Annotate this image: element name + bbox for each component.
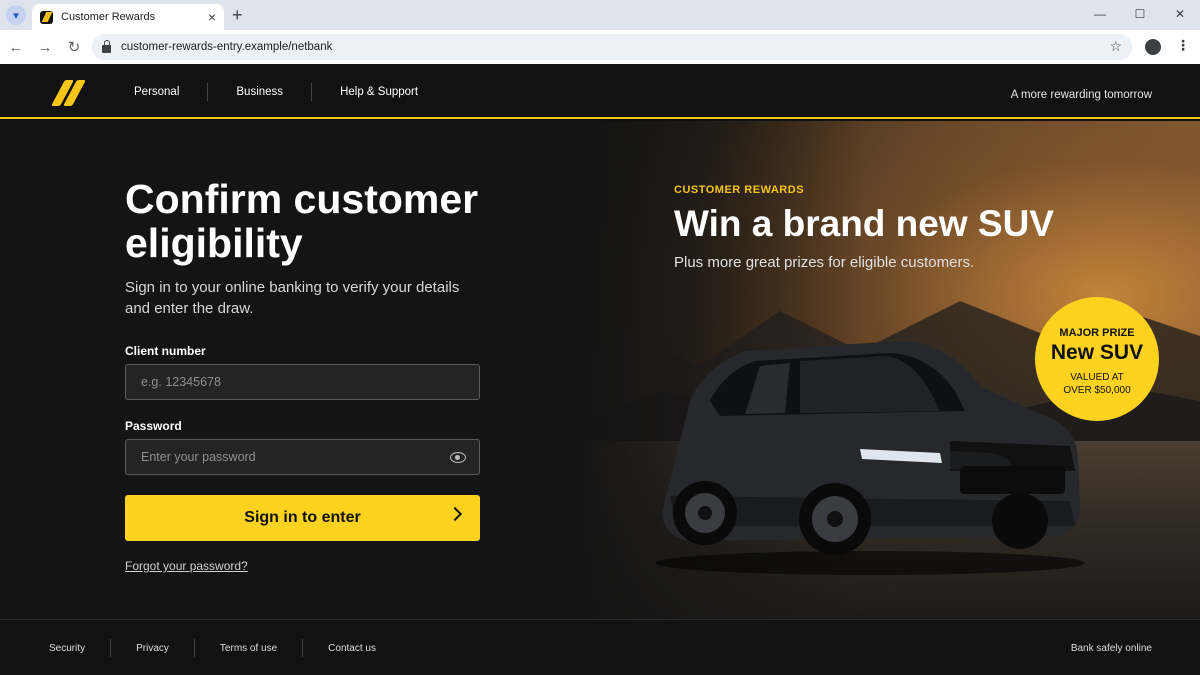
badge-line-2: New SUV bbox=[1050, 341, 1144, 364]
browser-more-icon[interactable]: ⋮ bbox=[1176, 38, 1190, 52]
suv-image bbox=[655, 341, 1085, 575]
password-input[interactable] bbox=[141, 450, 431, 464]
promo-subhead: Plus more great prizes for eligible cust… bbox=[674, 254, 975, 271]
maximize-icon[interactable]: ☐ bbox=[1120, 0, 1160, 28]
footer-link-terms[interactable]: Terms of use bbox=[203, 643, 294, 654]
promo-headline: Win a brand new SUV bbox=[674, 203, 1054, 244]
footer-safety-text: Bank safely online bbox=[1070, 643, 1152, 654]
footer-link-privacy[interactable]: Privacy bbox=[119, 643, 186, 654]
footer-divider bbox=[110, 639, 112, 657]
chevron-right-icon bbox=[447, 506, 463, 522]
promo-eyebrow: CUSTOMER REWARDS bbox=[674, 184, 805, 196]
new-tab-icon[interactable]: + bbox=[232, 6, 243, 24]
nav-help-support[interactable]: Help & Support bbox=[326, 86, 432, 98]
client-number-input[interactable] bbox=[141, 375, 431, 389]
brand-logo-icon[interactable] bbox=[51, 80, 86, 106]
password-label: Password bbox=[125, 419, 182, 433]
main-nav: Personal Business Help & Support bbox=[120, 64, 432, 119]
browser-menu-icon[interactable]: ▾ bbox=[6, 5, 26, 25]
lock-icon[interactable] bbox=[102, 40, 111, 53]
nav-business[interactable]: Business bbox=[222, 86, 297, 98]
site-footer: Security Privacy Terms of use Contact us… bbox=[0, 619, 1200, 675]
bookmark-star-icon[interactable]: ☆ bbox=[1109, 38, 1122, 55]
nav-divider bbox=[207, 82, 209, 101]
header-tagline: A more rewarding tomorrow bbox=[1010, 89, 1152, 101]
tab-close-icon[interactable]: × bbox=[208, 10, 216, 24]
footer-link-security[interactable]: Security bbox=[32, 643, 102, 654]
browser-tab[interactable]: Customer Rewards × bbox=[32, 4, 224, 30]
tab-strip: ▾ Customer Rewards × + — ☐ ✕ bbox=[0, 0, 1200, 30]
show-password-eye-icon[interactable] bbox=[450, 452, 466, 463]
client-number-field-box[interactable] bbox=[125, 364, 480, 400]
footer-link-contact[interactable]: Contact us bbox=[311, 643, 393, 654]
forward-icon[interactable]: → bbox=[32, 34, 58, 60]
password-field-box[interactable] bbox=[125, 439, 480, 475]
nav-divider bbox=[311, 82, 313, 101]
footer-nav: Security Privacy Terms of use Contact us bbox=[32, 620, 393, 675]
minimize-icon[interactable]: — bbox=[1080, 0, 1120, 28]
window-controls: — ☐ ✕ bbox=[1080, 0, 1200, 30]
footer-divider bbox=[302, 639, 304, 657]
nav-personal[interactable]: Personal bbox=[120, 86, 193, 98]
url-text[interactable]: customer-rewards-entry.example/netbank bbox=[121, 41, 332, 53]
address-bar[interactable]: customer-rewards-entry.example/netbank ☆ bbox=[92, 34, 1132, 60]
tab-title: Customer Rewards bbox=[61, 11, 156, 23]
sign-in-label: Sign in to enter bbox=[244, 509, 361, 526]
window-close-icon[interactable]: ✕ bbox=[1160, 0, 1200, 28]
badge-line-4: OVER $50,000 bbox=[1063, 385, 1131, 396]
profile-avatar-icon[interactable] bbox=[1145, 39, 1161, 55]
site-header: Personal Business Help & Support A more … bbox=[0, 64, 1200, 119]
footer-divider bbox=[193, 639, 195, 657]
login-title: Confirm customer eligibility bbox=[125, 176, 479, 266]
badge-value: VALUED AT OVER $50,000 bbox=[1035, 371, 1159, 397]
badge-line-3: VALUED AT bbox=[1070, 372, 1124, 383]
major-prize-badge: MAJOR PRIZE New SUV VALUED AT OVER $50,0… bbox=[1035, 297, 1159, 421]
browser-chrome: ▾ Customer Rewards × + — ☐ ✕ ← → ↻ custo… bbox=[0, 0, 1200, 64]
reload-icon[interactable]: ↻ bbox=[61, 34, 87, 60]
login-intro: Sign in to your online banking to verify… bbox=[125, 279, 460, 317]
client-number-label: Client number bbox=[125, 344, 206, 358]
hero-section: Confirm customer eligibility Sign in to … bbox=[0, 121, 1200, 619]
forgot-password-link[interactable]: Forgot your password? bbox=[125, 559, 248, 573]
back-icon[interactable]: ← bbox=[3, 34, 29, 60]
sign-in-button[interactable]: Sign in to enter bbox=[125, 495, 480, 541]
browser-toolbar: ← → ↻ customer-rewards-entry.example/net… bbox=[0, 30, 1200, 64]
badge-line-1: MAJOR PRIZE bbox=[1059, 327, 1135, 339]
favicon-icon bbox=[40, 10, 53, 24]
